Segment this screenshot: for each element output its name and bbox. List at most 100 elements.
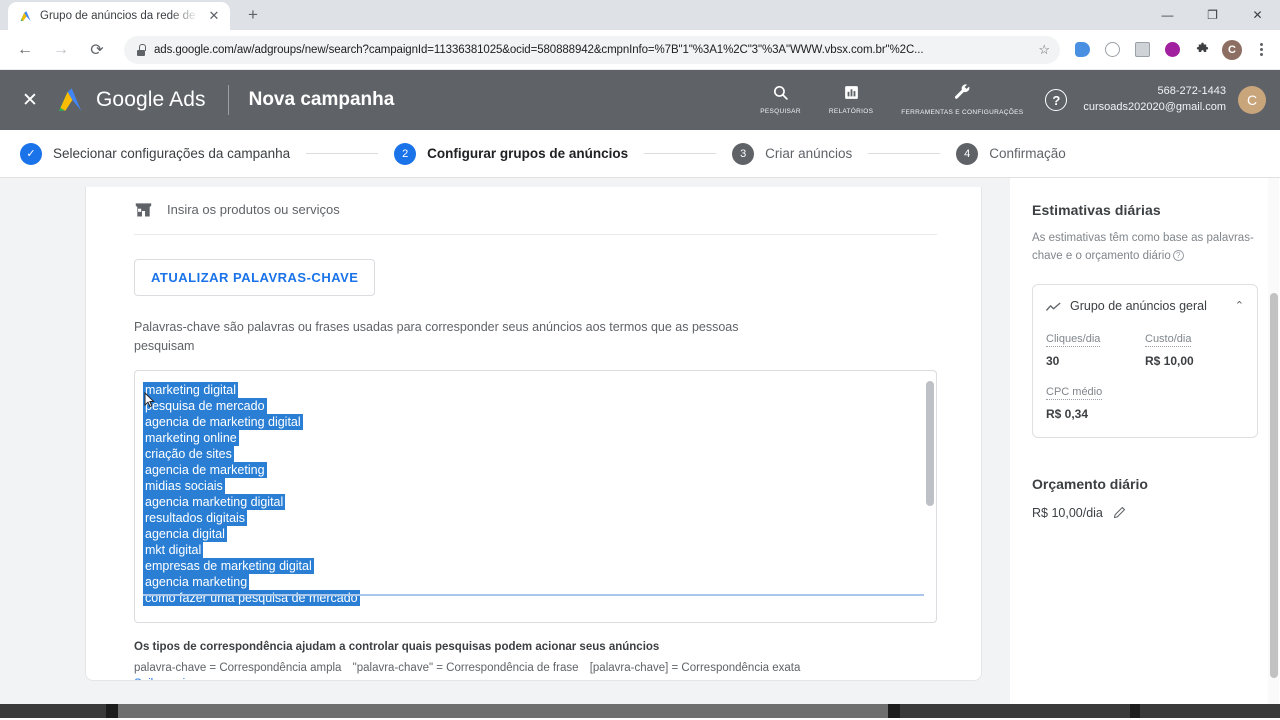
step-3-create-ads[interactable]: 3 Criar anúncios	[732, 142, 852, 165]
metric-label: CPC médio	[1046, 385, 1103, 400]
help-icon[interactable]: ?	[1045, 89, 1068, 111]
grammar-icon[interactable]	[1160, 38, 1184, 62]
os-taskbar	[0, 704, 1280, 718]
keywords-textarea[interactable]: marketing digital pesquisa de mercado ag…	[134, 369, 937, 623]
keyword-item[interactable]: midias sociais	[143, 477, 225, 494]
search-button[interactable]: Pesquisar	[746, 84, 815, 116]
step-connector	[644, 153, 717, 154]
update-keywords-button[interactable]: ATUALIZAR PALAVRAS-CHAVE	[134, 259, 376, 296]
budget-row: R$ 10,00/dia	[1032, 506, 1258, 520]
pocket-icon[interactable]	[1070, 38, 1094, 62]
new-tab-button[interactable]: +	[239, 1, 267, 29]
browser-window: Grupo de anúncios da rede de p ✕ + — ❐ ✕…	[0, 0, 1280, 720]
window-close-icon[interactable]: ✕	[1235, 0, 1280, 30]
close-icon[interactable]: ✕	[206, 8, 222, 24]
ads-brand-label: Google Ads	[96, 88, 206, 111]
match-type-broad: palavra-chave = Correspondência ampla	[134, 661, 342, 674]
wrench-icon	[953, 83, 972, 106]
content-column: Insira os produtos ou serviços ATUALIZAR…	[0, 178, 1010, 718]
estimates-sidebar: Estimativas diárias As estimativas têm c…	[1010, 178, 1280, 718]
step-3-icon: 3	[732, 142, 755, 165]
puzzle-icon[interactable]	[1190, 38, 1214, 62]
keywords-scrollbar[interactable]	[926, 380, 934, 506]
estimates-subtitle-text: As estimativas têm como base as palavras…	[1032, 232, 1254, 262]
step-connector	[868, 153, 941, 154]
mouse-cursor-icon	[144, 391, 155, 408]
keyword-item[interactable]: agencia marketing	[143, 573, 250, 590]
window-controls: — ❐ ✕	[1145, 0, 1280, 30]
learn-more-link[interactable]: Saiba mais	[134, 678, 191, 681]
keyword-item[interactable]: agencia digital	[143, 525, 227, 542]
step-4-label: Confirmação	[989, 146, 1066, 161]
metric-label: Cliques/dia	[1046, 332, 1101, 347]
keyword-item[interactable]: criação de sites	[143, 445, 234, 462]
back-icon[interactable]: ←	[11, 36, 39, 64]
step-2-label: Configurar grupos de anúncios	[427, 146, 629, 161]
google-ads-app: ✕ Google Ads Nova campanha Pesquisar	[0, 70, 1280, 718]
google-ads-logo-icon	[54, 85, 88, 115]
campaign-stepper: ✓ Selecionar configurações da campanha 2…	[0, 130, 1280, 178]
products-input[interactable]: Insira os produtos ou serviços	[167, 202, 340, 217]
metric-value: 30	[1046, 353, 1060, 368]
keyword-item[interactable]: como fazer uma pesquisa de mercado	[143, 589, 360, 606]
step-1-campaign-settings[interactable]: ✓ Selecionar configurações da campanha	[20, 142, 291, 165]
chevron-up-icon[interactable]: ⌃	[1235, 299, 1244, 312]
keyword-item[interactable]: agencia marketing digital	[143, 493, 286, 510]
bookmark-star-icon[interactable]: ☆	[1038, 42, 1050, 58]
page-scrollbar[interactable]	[1268, 178, 1279, 718]
estimates-title: Estimativas diárias	[1032, 202, 1161, 218]
minimize-icon[interactable]: —	[1145, 0, 1190, 30]
metric-label: Custo/dia	[1145, 332, 1192, 347]
lock-icon	[136, 44, 146, 56]
keyword-item[interactable]: marketing online	[143, 429, 239, 446]
search-icon	[772, 84, 789, 105]
forward-icon[interactable]: →	[47, 36, 75, 64]
account-email: cursoads202020@gmail.com	[1083, 101, 1226, 113]
reload-icon[interactable]: ⟳	[83, 36, 111, 64]
keyword-item[interactable]: pesquisa de mercado	[143, 397, 267, 414]
browser-tab[interactable]: Grupo de anúncios da rede de p ✕	[8, 2, 230, 30]
profile-avatar[interactable]: C	[1220, 38, 1244, 62]
step-2-icon: 2	[394, 142, 417, 165]
tools-settings-button[interactable]: Ferramentas e configurações	[887, 83, 1037, 117]
address-bar[interactable]: ads.google.com/aw/adgroups/new/search?ca…	[124, 35, 1060, 64]
url-text: ads.google.com/aw/adgroups/new/search?ca…	[154, 43, 924, 56]
metric-cost-per-day: Custo/dia R$ 10,00	[1145, 329, 1244, 368]
notes-icon[interactable]	[1130, 38, 1154, 62]
keyword-item[interactable]: mkt digital	[143, 541, 204, 558]
pencil-icon[interactable]	[1113, 506, 1126, 519]
browser-menu-icon[interactable]	[1250, 38, 1272, 62]
metric-avg-cpc: CPC médio R$ 0,34	[1046, 382, 1145, 421]
products-field-row[interactable]: Insira os produtos ou serviços	[134, 187, 937, 235]
keyword-item[interactable]: resultados digitais	[143, 509, 248, 526]
step-2-ad-groups[interactable]: 2 Configurar grupos de anúncios	[394, 142, 629, 165]
keyword-item[interactable]: agencia de marketing	[143, 461, 267, 478]
maximize-icon[interactable]: ❐	[1190, 0, 1235, 30]
ads-header: ✕ Google Ads Nova campanha Pesquisar	[0, 70, 1280, 130]
reports-button[interactable]: Relatórios	[815, 84, 887, 116]
adblock-icon[interactable]	[1100, 38, 1124, 62]
tab-strip: Grupo de anúncios da rede de p ✕ + — ❐ ✕	[0, 0, 1280, 30]
exit-icon[interactable]: ✕	[16, 89, 44, 112]
step-1-label: Selecionar configurações da campanha	[53, 146, 291, 161]
match-types-list: palavra-chave = Correspondência ampla "p…	[134, 662, 937, 674]
search-label: Pesquisar	[760, 107, 801, 115]
profile-initial: C	[1222, 39, 1242, 60]
page-scrollbar-thumb[interactable]	[1269, 293, 1278, 678]
help-circle-icon[interactable]: ?	[1172, 249, 1184, 261]
match-types-title: Os tipos de correspondência ajudam a con…	[134, 640, 660, 653]
keywords-list[interactable]: marketing digital pesquisa de mercado ag…	[135, 371, 936, 606]
avatar[interactable]: C	[1238, 86, 1266, 114]
trend-line-icon	[1046, 300, 1061, 311]
keyword-item[interactable]: marketing digital	[143, 381, 239, 398]
match-type-exact: [palavra-chave] = Correspondência exata	[589, 661, 801, 674]
estimate-metrics-row-1: Cliques/dia 30 Custo/dia R$ 10,00	[1046, 329, 1244, 368]
step-4-confirmation[interactable]: 4 Confirmação	[956, 142, 1066, 165]
estimate-card-header[interactable]: Grupo de anúncios geral ⌃	[1046, 299, 1244, 313]
keyword-item[interactable]: empresas de marketing digital	[143, 557, 314, 574]
keyword-item[interactable]: agencia de marketing digital	[143, 413, 303, 430]
budget-title: Orçamento diário	[1032, 475, 1148, 492]
google-ads-favicon	[18, 9, 33, 24]
ad-group-estimate-card: Grupo de anúncios geral ⌃ Cliques/dia 30…	[1032, 283, 1258, 438]
keywords-description: Palavras-chave são palavras ou frases us…	[134, 320, 739, 353]
